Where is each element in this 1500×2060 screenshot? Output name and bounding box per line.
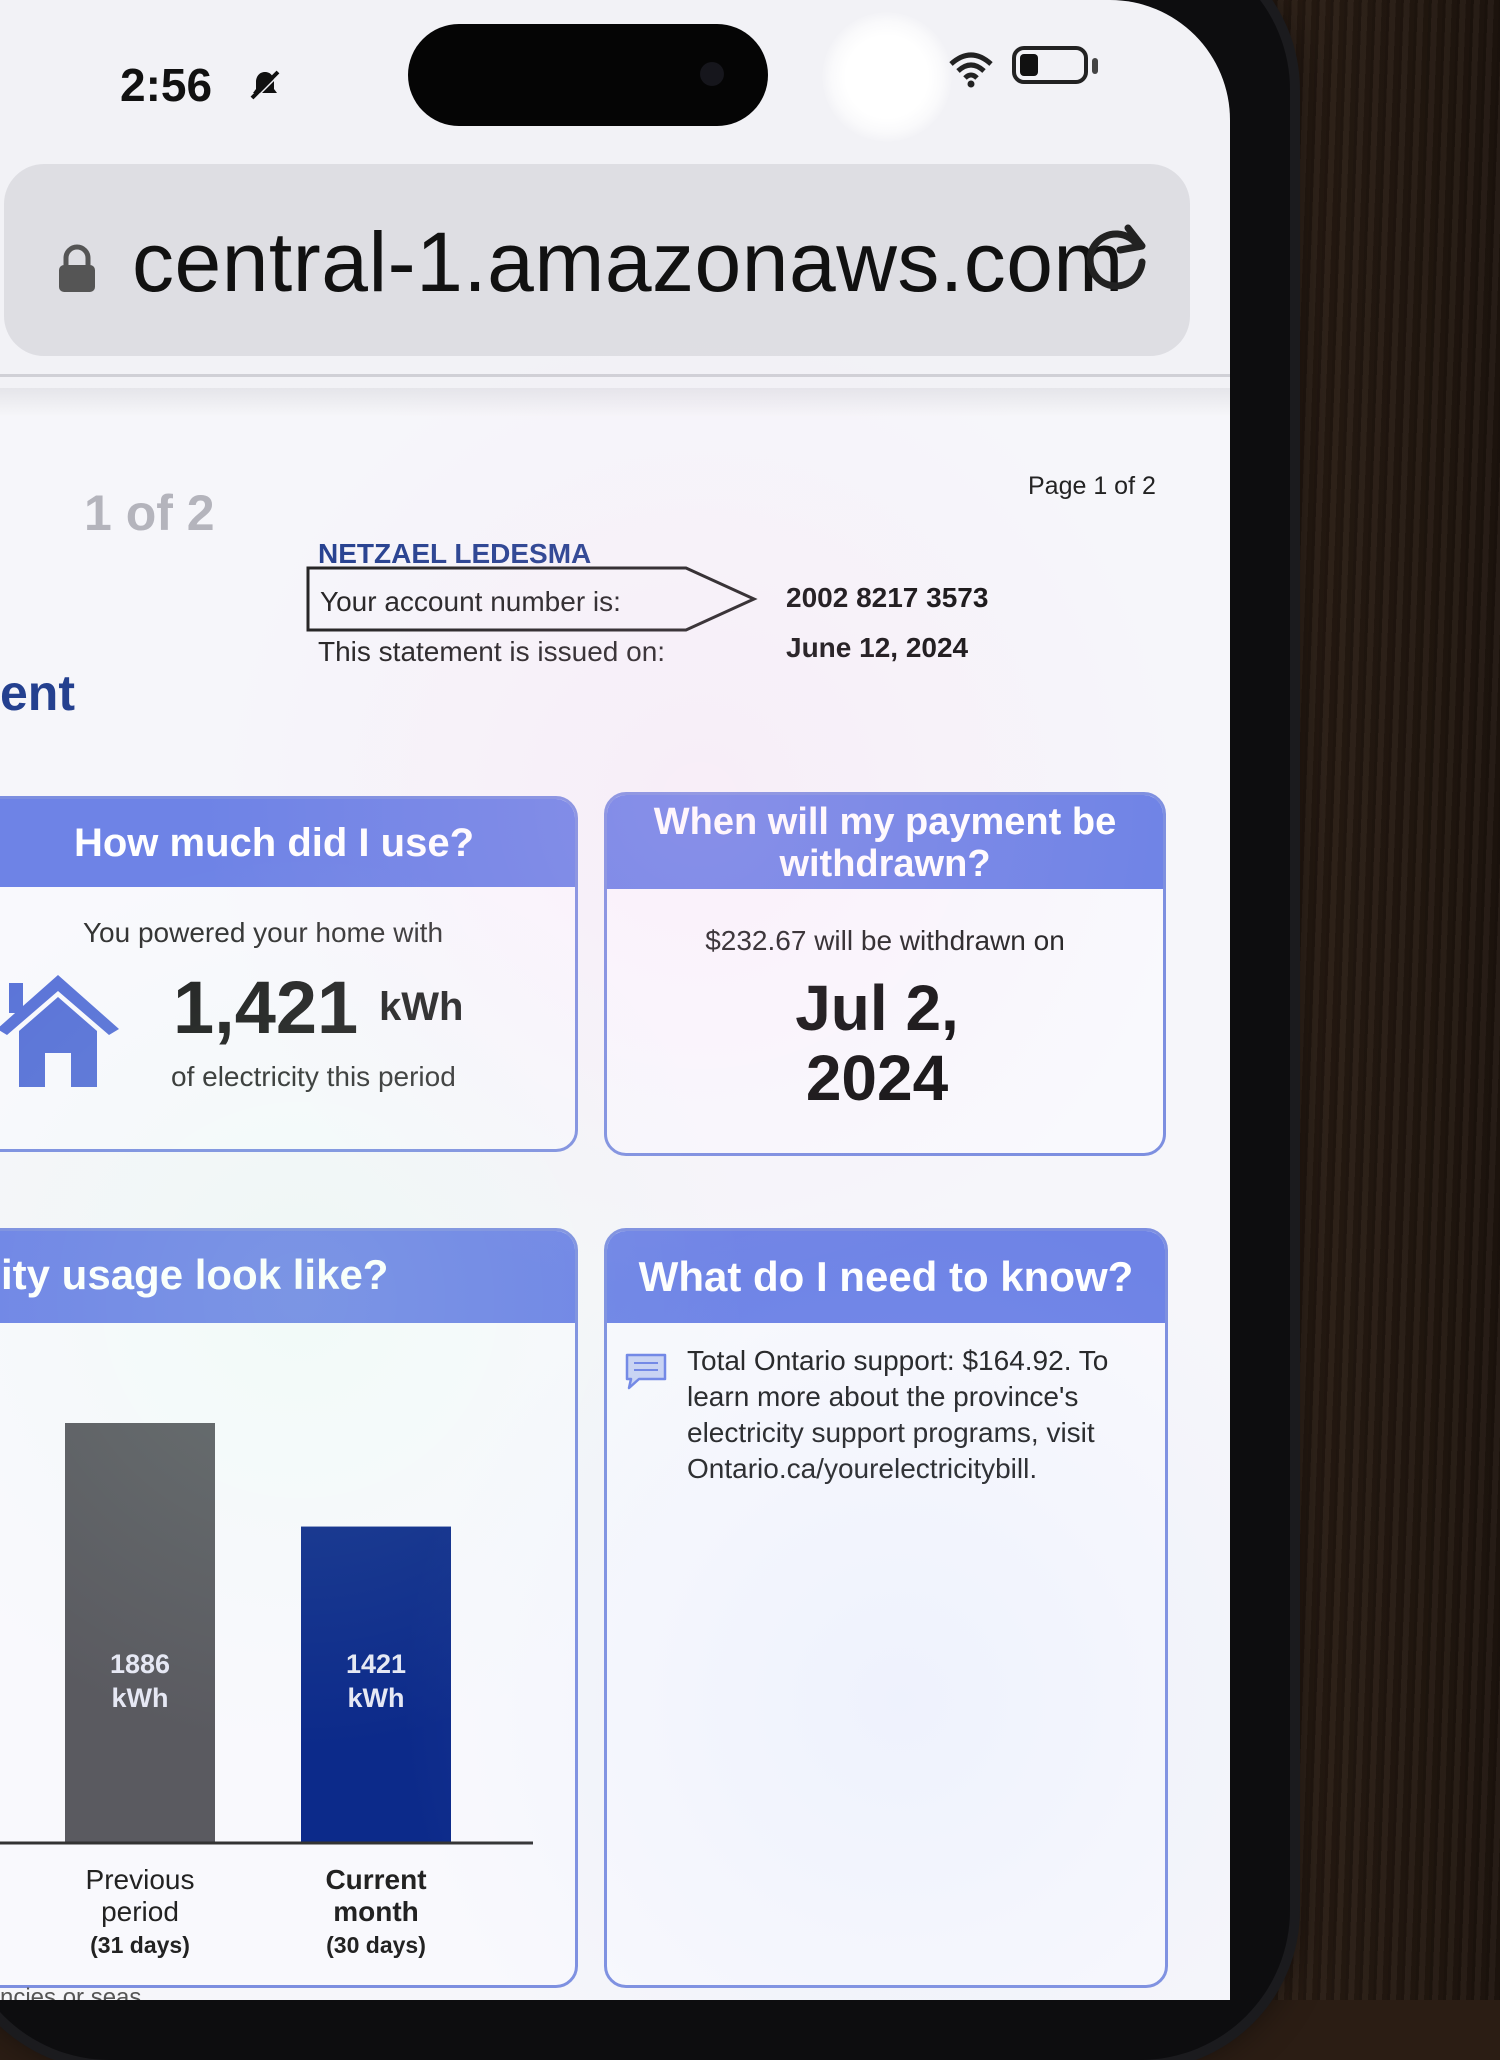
bar-0 [65, 1423, 215, 1843]
category-label: Current [325, 1864, 426, 1895]
page-separator [0, 388, 1230, 418]
light-glare [822, 12, 952, 142]
chart-card-title: ity usage look like? [0, 1231, 575, 1323]
phone-screen: 2:56 central-1.amazonaws.com 1 of 2 Page… [0, 0, 1230, 2000]
reload-icon[interactable] [1076, 216, 1158, 298]
payment-text: $232.67 will be withdrawn on [705, 925, 1065, 956]
usage-chart-card: ity usage look like? 1886 kWh Previous peri… [0, 1228, 578, 1988]
usage-card: How much did I use? You powered your hom… [0, 796, 578, 1152]
category-label: period [101, 1896, 179, 1927]
info-card: What do I need to know? Total Ontario su… [604, 1228, 1168, 1988]
category-label: month [333, 1896, 419, 1927]
category-label: (31 days) [90, 1932, 190, 1958]
usage-unit: kWh [379, 985, 464, 1029]
payment-date: Jul 2, 2024 [795, 972, 959, 1114]
usage-intro: You powered your home with [82, 917, 444, 948]
wifi-icon [949, 52, 993, 88]
payment-card-title: When will my payment be withdrawn? [607, 795, 1163, 889]
statement-page: 1 of 2 Page 1 of 2 NETZAEL LEDESMA Your … [0, 416, 1230, 2000]
url-text[interactable]: central-1.amazonaws.com [132, 214, 1124, 311]
usage-card-title: How much did I use? [0, 799, 575, 887]
pdf-page-counter: 1 of 2 [84, 485, 215, 541]
battery-tip [1092, 58, 1098, 74]
info-card-title: What do I need to know? [607, 1231, 1165, 1323]
speech-bubble-icon [625, 1353, 667, 1390]
section-title: ent [0, 665, 75, 721]
info-message: Total Ontario support: $164.92. To learn… [687, 1345, 1109, 1484]
bar-value-label: 1886 [110, 1649, 170, 1679]
account-number-label: Your account number is: [320, 586, 621, 617]
bar-value-label: kWh [112, 1683, 169, 1713]
bar-value-label: 1421 [346, 1649, 406, 1679]
issued-date: June 12, 2024 [786, 632, 969, 663]
lock-icon [59, 244, 95, 292]
footer-text: ncies or seas [0, 1984, 142, 2000]
bar-value-label: kWh [348, 1683, 405, 1713]
usage-amount: 1,421 [173, 966, 359, 1049]
usage-bar-chart: 1886 kWh Previousperiod (31 days) 1421 kWh Cur… [0, 1423, 533, 1958]
payment-card: When will my payment be withdrawn? $232.… [604, 792, 1166, 1156]
page-label: Page 1 of 2 [1028, 472, 1156, 500]
status-time: 2:56 [120, 59, 213, 111]
battery-icon [1012, 46, 1088, 84]
camera-dot [700, 62, 724, 86]
category-label: (30 days) [326, 1932, 426, 1958]
issued-label: This statement is issued on: [318, 636, 666, 667]
toolbar-divider [0, 374, 1230, 377]
phone-frame: 2:56 central-1.amazonaws.com 1 of 2 Page… [0, 0, 1290, 2060]
house-icon [0, 975, 119, 1087]
category-label: Previous [86, 1864, 195, 1895]
usage-subtitle: of electricity this period [171, 1061, 456, 1092]
muted-bell-icon [250, 70, 281, 101]
account-number: 2002 8217 3573 [786, 582, 989, 613]
address-bar[interactable]: central-1.amazonaws.com [4, 164, 1190, 356]
